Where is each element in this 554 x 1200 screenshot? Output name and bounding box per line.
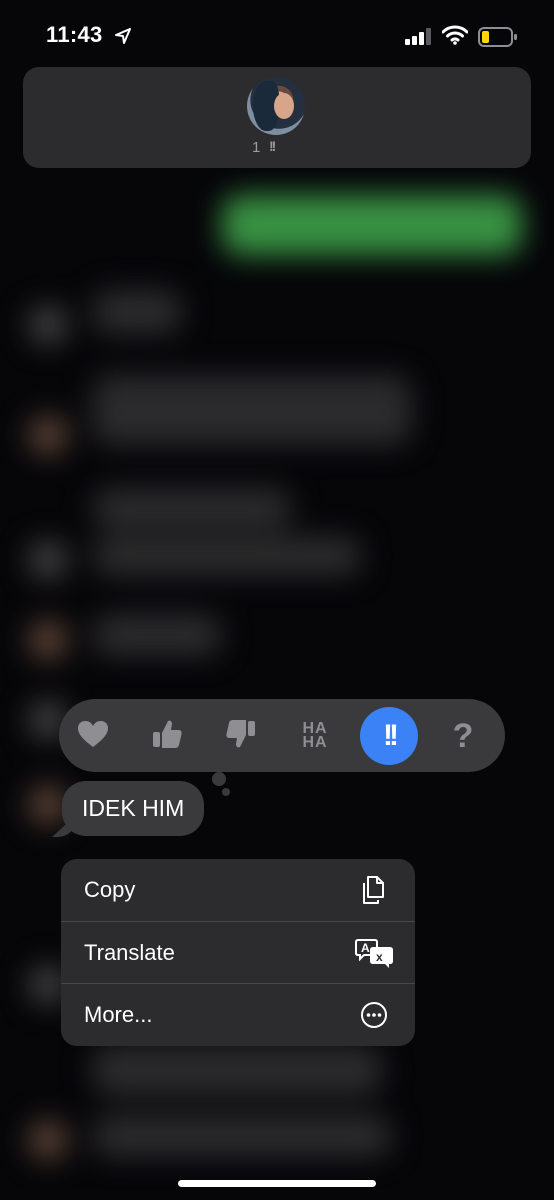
menu-item-label: Copy	[84, 877, 136, 902]
tapback-question-button[interactable]: ?	[434, 707, 492, 765]
reaction-count: 1	[252, 139, 261, 156]
menu-item-translate[interactable]: Translate A x	[61, 921, 415, 984]
haha-icon: HA HA	[302, 720, 328, 751]
thumbs-up-icon	[151, 718, 183, 755]
status-bar: 11:43	[0, 0, 554, 70]
avatar	[247, 77, 305, 135]
cellular-signal-icon	[405, 28, 433, 51]
tapback-bar: HA HA !! ?	[59, 699, 505, 772]
menu-item-label: Translate	[84, 940, 175, 965]
wifi-icon	[441, 25, 469, 50]
home-indicator[interactable]	[178, 1180, 376, 1187]
menu-item-more[interactable]: More...	[61, 983, 415, 1046]
tapback-tail-dot	[222, 788, 230, 796]
svg-text:x: x	[376, 950, 383, 964]
tapback-emphasize-button[interactable]: !!	[360, 707, 418, 765]
reactions-summary-card[interactable]: 1 !!	[23, 67, 531, 168]
more-icon	[357, 998, 391, 1032]
message-text: IDEK HIM	[82, 795, 185, 821]
battery-low-icon	[478, 26, 518, 53]
heart-icon	[77, 720, 109, 753]
location-arrow-icon	[114, 27, 132, 50]
menu-item-label: More...	[84, 1002, 153, 1027]
question-icon: ?	[452, 716, 474, 755]
thumbs-down-icon	[225, 718, 257, 755]
translate-icon: A x	[355, 936, 395, 970]
exclamation-icon: !!	[269, 138, 276, 154]
tapback-thumbs-down-button[interactable]	[212, 707, 270, 765]
tapback-thumbs-up-button[interactable]	[138, 707, 196, 765]
copy-icon	[357, 873, 391, 907]
status-time: 11:43	[46, 22, 103, 47]
exclamation-icon: !!	[383, 719, 399, 752]
menu-item-copy[interactable]: Copy	[61, 859, 415, 921]
tapback-tail	[212, 772, 226, 786]
tapback-haha-button[interactable]: HA HA	[286, 707, 344, 765]
tapback-heart-button[interactable]	[64, 707, 122, 765]
context-menu: Copy Translate A x More...	[61, 859, 415, 1046]
message-bubble[interactable]: IDEK HIM	[62, 781, 205, 836]
svg-text:A: A	[361, 941, 370, 955]
